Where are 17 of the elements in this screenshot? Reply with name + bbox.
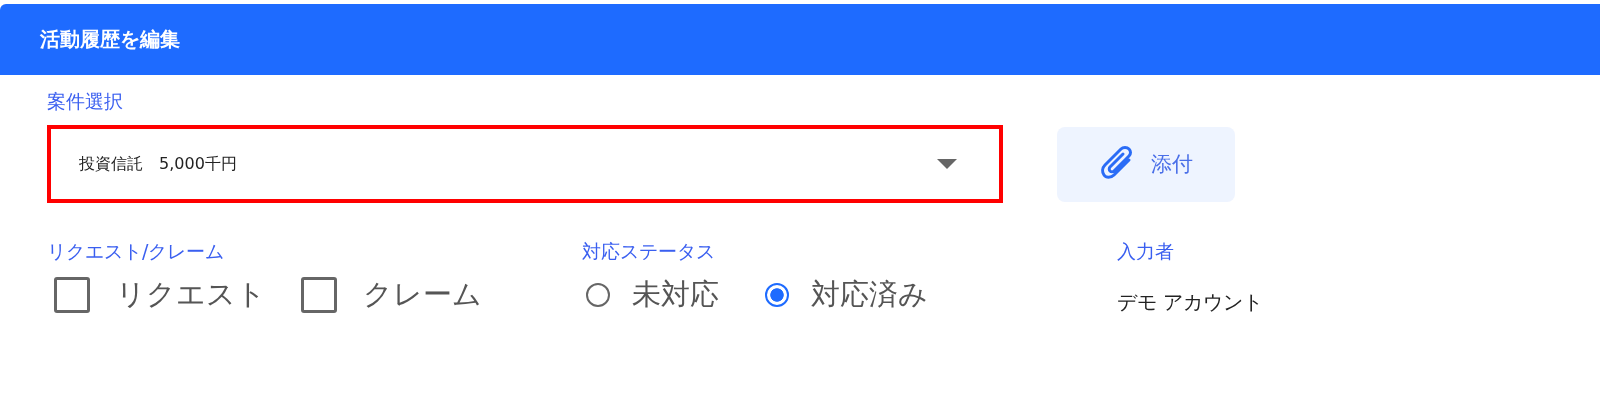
dialog-title: 活動履歴を編集 [40, 26, 180, 53]
caret-icon [937, 159, 957, 169]
radio-button[interactable] [765, 283, 789, 307]
field-label: 案件選択 [47, 89, 124, 114]
checkbox-option[interactable]: リクエスト [47, 275, 266, 315]
checkbox[interactable] [301, 277, 337, 313]
radio-option[interactable]: 対応済み [761, 275, 928, 315]
entered-by-value: デモ アカウント [1117, 289, 1264, 316]
checkbox[interactable] [54, 277, 90, 313]
attach-button[interactable]: 添付 [1057, 126, 1235, 202]
field-label: リクエスト/クレーム [47, 239, 226, 264]
field-label: 入力者 [1117, 239, 1175, 264]
field-label: 対応ステータス [582, 239, 716, 264]
radio-button[interactable] [586, 283, 610, 307]
select-field[interactable]: 投資信託 5,000千円 [47, 125, 1003, 203]
checkbox-option[interactable]: クレーム [294, 275, 482, 315]
radio-option[interactable]: 未対応 [582, 275, 719, 315]
